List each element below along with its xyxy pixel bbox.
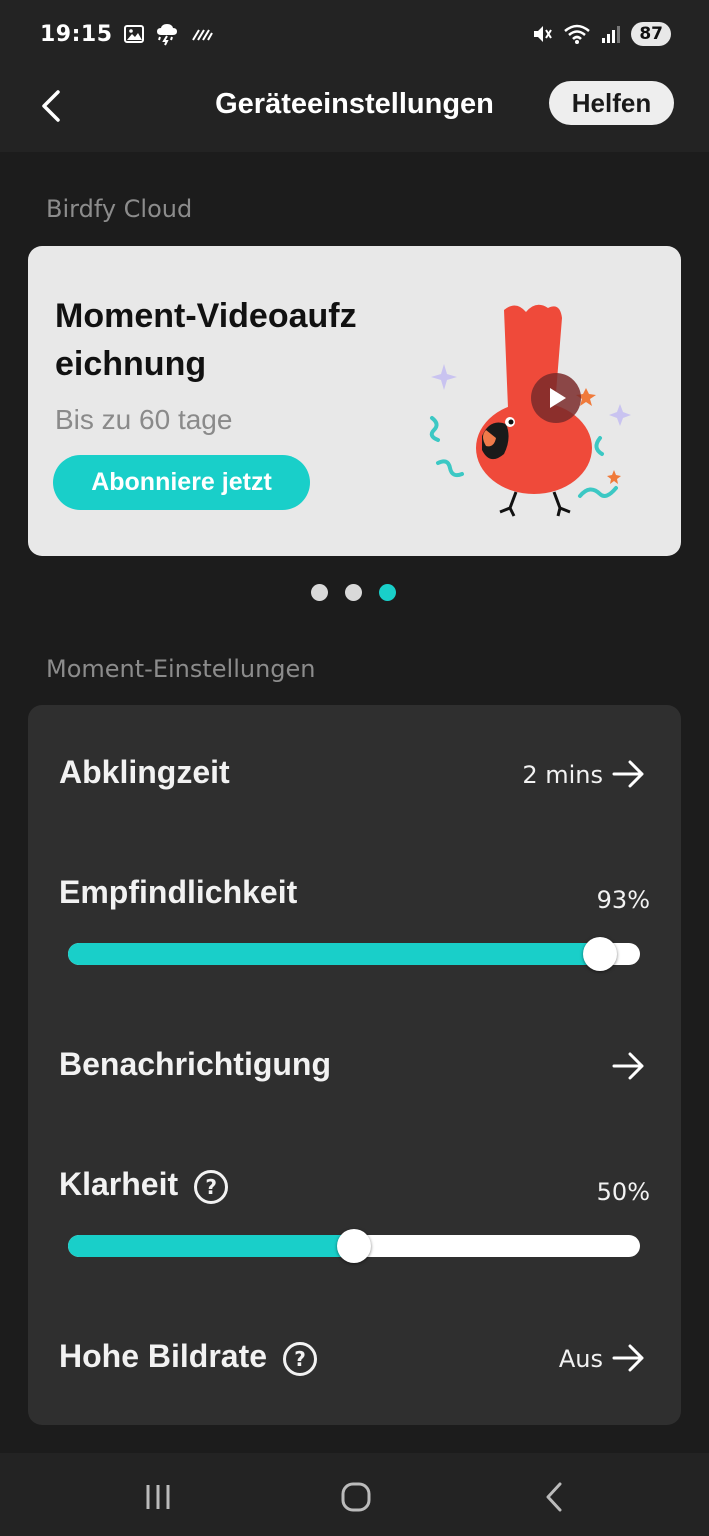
- system-nav-bar: [0, 1453, 709, 1536]
- recent-apps-icon: [146, 1485, 170, 1509]
- clarity-label: Klarheit: [59, 1166, 179, 1202]
- app-header: Geräteeinstellungen Helfen: [0, 68, 709, 152]
- home-icon: [341, 1482, 371, 1512]
- clarity-label-wrap: Klarheit?: [59, 1166, 229, 1204]
- question-icon[interactable]: ?: [283, 1341, 318, 1376]
- sensitivity-slider[interactable]: [68, 937, 640, 971]
- carousel-indicator: [311, 584, 396, 601]
- cooldown-label: Abklingzeit: [59, 754, 230, 790]
- image-icon: [123, 23, 145, 45]
- nav-back-button[interactable]: [534, 1477, 574, 1517]
- high-framerate-label: Hohe Bildrate: [59, 1338, 268, 1374]
- status-right: 87: [531, 22, 671, 46]
- high-framerate-label-wrap: Hohe Bildrate?: [59, 1338, 318, 1376]
- moment-section-label: Moment-Einstellungen: [46, 655, 316, 683]
- nav-back-icon: [546, 1482, 562, 1512]
- subscribe-button[interactable]: Abonniere jetzt: [53, 455, 310, 510]
- home-button[interactable]: [336, 1477, 376, 1517]
- arrow-right-icon: [611, 1048, 647, 1084]
- carousel-dot[interactable]: [311, 584, 328, 601]
- sensitivity-value: 93%: [596, 886, 650, 914]
- carousel-dot[interactable]: [345, 584, 362, 601]
- clarity-slider[interactable]: [68, 1229, 640, 1263]
- status-left: 19:15: [40, 22, 213, 47]
- status-time: 19:15: [40, 21, 113, 47]
- help-button[interactable]: Helfen: [549, 81, 674, 125]
- clarity-slider-fill: [68, 1235, 354, 1257]
- weather-icon: [155, 22, 181, 46]
- clarity-value: 50%: [596, 1178, 650, 1206]
- mute-icon: [531, 23, 553, 45]
- arrow-right-icon: [611, 1340, 647, 1376]
- cooldown-value: 2 mins: [522, 761, 603, 789]
- carousel-dot-active[interactable]: [379, 584, 396, 601]
- signal-icon: [601, 24, 621, 44]
- promo-card[interactable]: Moment-Videoaufzeichnung Bis zu 60 tage …: [28, 246, 681, 556]
- sensitivity-slider-fill: [68, 943, 600, 965]
- battery-indicator: 87: [631, 22, 671, 46]
- wifi-icon: [563, 23, 591, 45]
- sensitivity-label: Empfindlichkeit: [59, 874, 298, 910]
- high-framerate-value: Aus: [558, 1345, 603, 1373]
- nfc-icon: [191, 26, 213, 42]
- clarity-slider-thumb[interactable]: [337, 1229, 371, 1263]
- recent-apps-button[interactable]: [138, 1477, 178, 1517]
- promo-title: Moment-Videoaufzeichnung: [55, 297, 357, 383]
- moment-settings-card: Abklingzeit 2 mins Empfindlichkeit 93% B…: [28, 705, 681, 1425]
- cardinal-bird-illustration: [429, 304, 631, 517]
- status-bar: 19:15 87: [0, 0, 709, 68]
- arrow-right-icon: [611, 756, 647, 792]
- notification-label: Benachrichtigung: [59, 1046, 332, 1082]
- promo-subtitle: Bis zu 60 tage: [55, 404, 233, 435]
- sensitivity-slider-thumb[interactable]: [582, 937, 617, 971]
- cloud-section-label: Birdfy Cloud: [46, 195, 193, 223]
- question-icon[interactable]: ?: [194, 1169, 229, 1204]
